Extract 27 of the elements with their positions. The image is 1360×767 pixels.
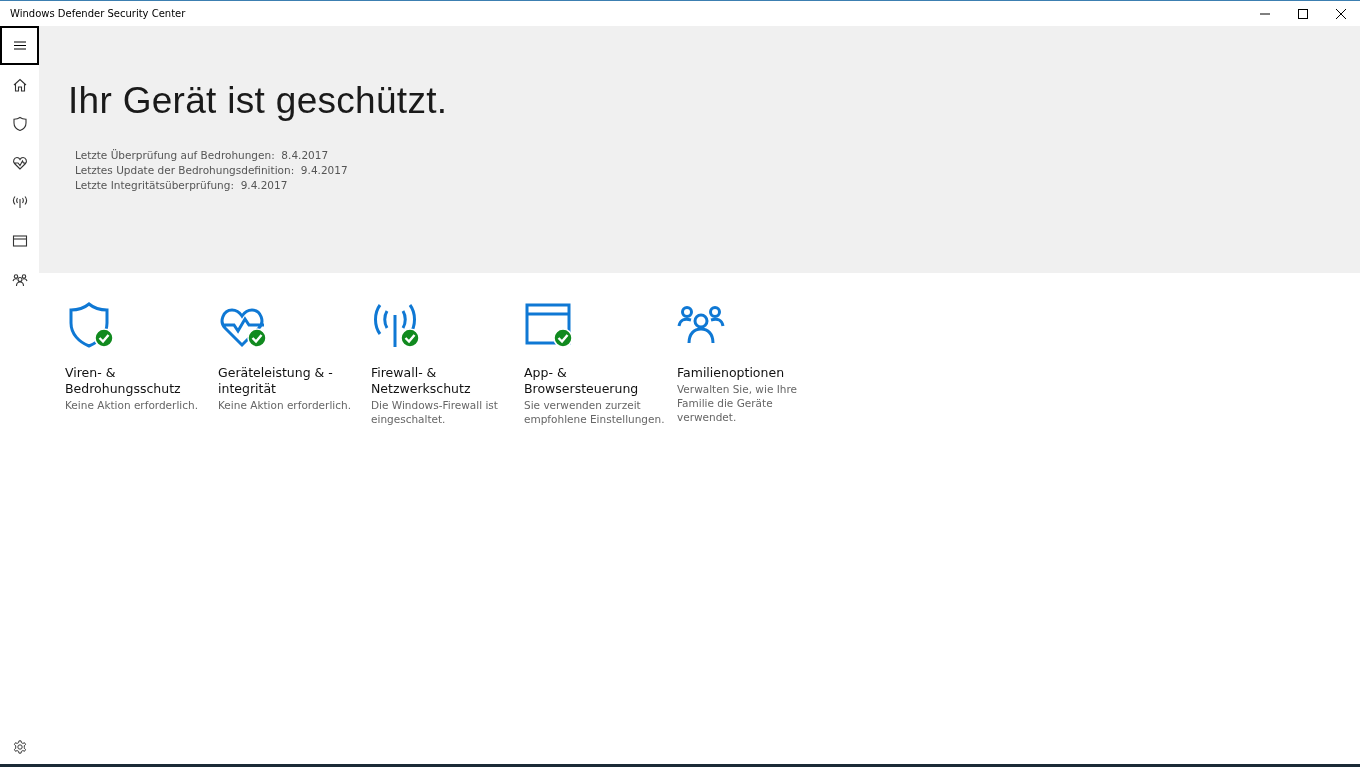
scan-info-text: Letzte Integritätsüberprüfung: 9.4.2017 bbox=[75, 178, 289, 193]
family-icon bbox=[11, 271, 28, 288]
tile-title[interactable]: Geräteleistung & -integrität bbox=[218, 365, 358, 397]
scan-info-text: Letzte Überprüfung auf Bedrohungen: 8.4.2017 bbox=[75, 148, 330, 163]
window-title: Windows Defender Security Center bbox=[9, 8, 187, 19]
tile-description: Sie verwenden zurzeit empfohlene Einstellungen. bbox=[524, 398, 666, 426]
browser-icon bbox=[11, 232, 28, 249]
shield-icon bbox=[11, 115, 28, 132]
menu-button[interactable] bbox=[0, 26, 39, 65]
tile-description: Keine Aktion erforderlich. bbox=[218, 398, 352, 412]
tile-title[interactable]: App- & Browsersteuerung bbox=[524, 365, 664, 397]
heart-icon bbox=[11, 154, 28, 171]
close-icon bbox=[1336, 8, 1346, 19]
browser-check-icon[interactable] bbox=[524, 301, 574, 349]
tile-description: Keine Aktion erforderlich. bbox=[65, 398, 199, 412]
tile-title[interactable]: Familienoptionen bbox=[677, 365, 817, 381]
settings-icon[interactable] bbox=[12, 740, 27, 754]
scan-info-text: Letztes Update der Bedrohungsdefinition: 9.4.2017 bbox=[75, 163, 349, 178]
menu-icon bbox=[13, 41, 26, 50]
antenna-icon bbox=[11, 193, 28, 210]
tile-title[interactable]: Viren- & Bedrohungsschutz bbox=[65, 365, 205, 397]
tile-title[interactable]: Firewall- & Netzwerkschutz bbox=[371, 365, 511, 397]
maximize-icon bbox=[1298, 8, 1308, 19]
tile-description: Verwalten Sie, wie Ihre Familie die Geräte verwendet. bbox=[677, 382, 798, 424]
tile-description: Die Windows-Firewall ist eingeschaltet. bbox=[371, 398, 499, 426]
home-icon bbox=[11, 76, 28, 93]
status-heading: Ihr Gerät ist geschützt. bbox=[68, 80, 449, 122]
